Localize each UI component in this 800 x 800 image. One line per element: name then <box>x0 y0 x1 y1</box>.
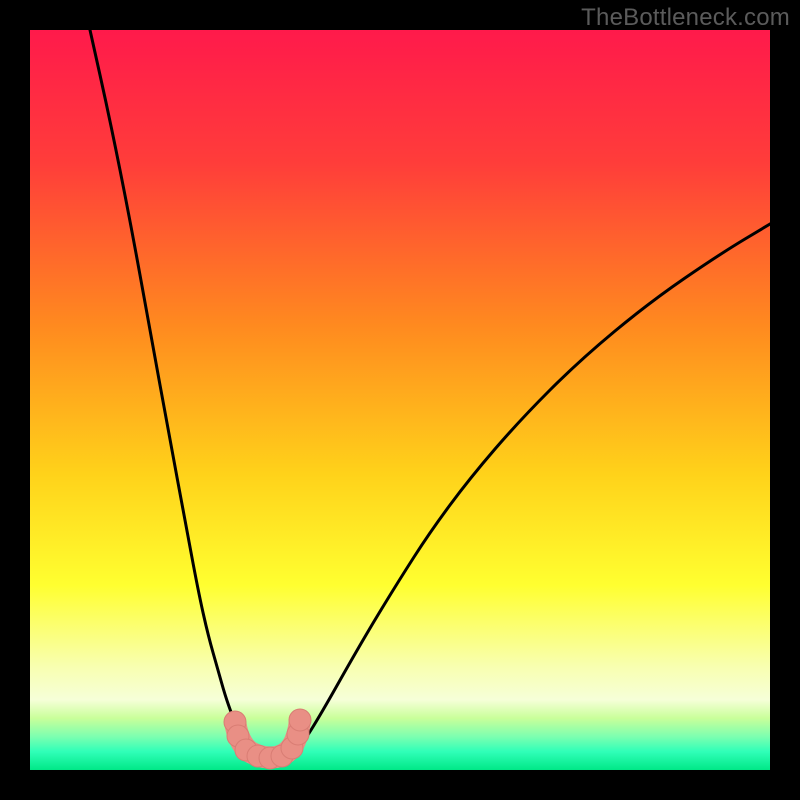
curve-right-branch <box>298 224 770 750</box>
curve-layer <box>30 30 770 770</box>
valley-marker-dots <box>224 709 311 769</box>
watermark-text: TheBottleneck.com <box>581 4 790 32</box>
valley-marker-dot <box>289 709 311 731</box>
chart-frame: TheBottleneck.com <box>0 0 800 800</box>
curve-left-branch <box>90 30 250 750</box>
plot-area <box>30 30 770 770</box>
